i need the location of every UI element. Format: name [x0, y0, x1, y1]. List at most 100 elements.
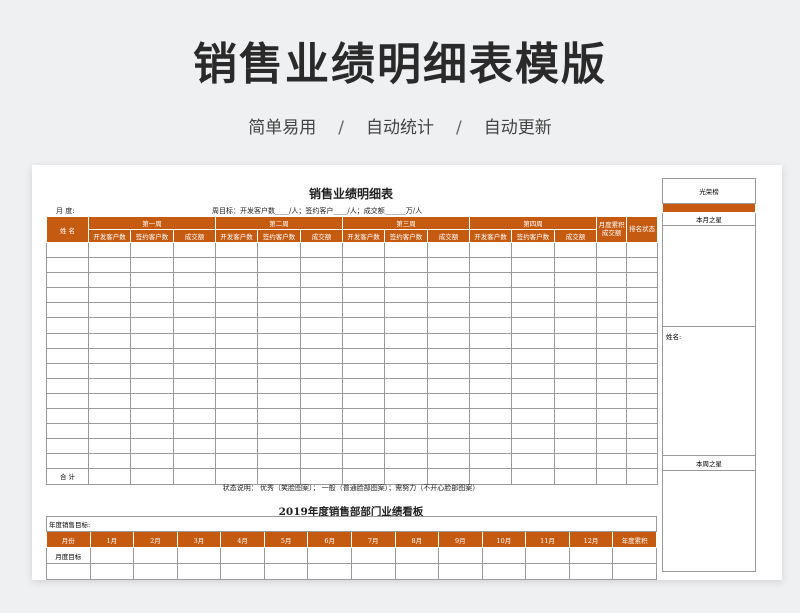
- table-cell[interactable]: [568, 547, 614, 564]
- table-cell[interactable]: [46, 438, 89, 455]
- table-cell[interactable]: [427, 377, 471, 394]
- table-cell[interactable]: [257, 408, 302, 425]
- table-cell[interactable]: [300, 302, 344, 319]
- table-cell[interactable]: [427, 347, 471, 364]
- table-cell[interactable]: [384, 287, 429, 304]
- table-cell[interactable]: [130, 423, 174, 440]
- table-cell[interactable]: [384, 317, 429, 334]
- table-cell[interactable]: [172, 408, 217, 425]
- table-cell[interactable]: [511, 408, 556, 425]
- table-cell[interactable]: [342, 423, 386, 440]
- table-cell[interactable]: [133, 563, 178, 580]
- table-cell[interactable]: [215, 241, 259, 259]
- table-cell[interactable]: [300, 317, 344, 334]
- table-cell[interactable]: [257, 287, 302, 304]
- table-cell[interactable]: [342, 317, 386, 334]
- table-cell[interactable]: [176, 563, 222, 580]
- table-cell[interactable]: [469, 241, 513, 259]
- table-cell[interactable]: [215, 468, 259, 485]
- table-cell[interactable]: [172, 332, 217, 349]
- table-cell[interactable]: [89, 547, 135, 564]
- table-cell[interactable]: [130, 317, 174, 334]
- table-cell[interactable]: [133, 547, 178, 564]
- table-cell[interactable]: [384, 362, 429, 379]
- table-cell[interactable]: [172, 453, 217, 470]
- table-cell[interactable]: [596, 257, 628, 274]
- table-cell[interactable]: [469, 347, 513, 364]
- table-cell[interactable]: [626, 468, 659, 485]
- table-cell[interactable]: [257, 302, 302, 319]
- table-cell[interactable]: [172, 377, 217, 394]
- table-cell[interactable]: [300, 438, 344, 455]
- table-cell[interactable]: [307, 563, 352, 580]
- table-cell[interactable]: [342, 468, 386, 485]
- table-cell[interactable]: [300, 362, 344, 379]
- table-cell[interactable]: [626, 317, 659, 334]
- table-cell[interactable]: [88, 287, 131, 304]
- table-cell[interactable]: [88, 377, 131, 394]
- table-cell[interactable]: [384, 257, 429, 274]
- table-cell[interactable]: [525, 563, 570, 580]
- table-cell[interactable]: [596, 377, 628, 394]
- table-cell[interactable]: [342, 377, 386, 394]
- table-cell[interactable]: [46, 317, 89, 334]
- table-cell[interactable]: [481, 547, 527, 564]
- table-cell[interactable]: [342, 257, 386, 274]
- table-cell[interactable]: [427, 438, 471, 455]
- table-cell[interactable]: [554, 272, 598, 289]
- table-cell[interactable]: [525, 547, 570, 564]
- table-cell[interactable]: [384, 347, 429, 364]
- table-cell[interactable]: [394, 547, 440, 564]
- table-cell[interactable]: [342, 272, 386, 289]
- table-cell[interactable]: [88, 362, 131, 379]
- table-cell[interactable]: [384, 468, 429, 485]
- table-cell[interactable]: [427, 317, 471, 334]
- table-cell[interactable]: [511, 257, 556, 274]
- table-cell[interactable]: [130, 438, 174, 455]
- table-cell[interactable]: [130, 468, 174, 485]
- table-cell[interactable]: [511, 332, 556, 349]
- table-cell[interactable]: [596, 272, 628, 289]
- table-cell[interactable]: [384, 332, 429, 349]
- table-cell[interactable]: [384, 302, 429, 319]
- table-cell[interactable]: [511, 423, 556, 440]
- table-cell[interactable]: [469, 272, 513, 289]
- table-cell[interactable]: [626, 241, 659, 259]
- table-cell[interactable]: [469, 408, 513, 425]
- table-cell[interactable]: [215, 332, 259, 349]
- table-cell[interactable]: [469, 287, 513, 304]
- table-cell[interactable]: [342, 287, 386, 304]
- table-cell[interactable]: [384, 241, 429, 259]
- table-cell[interactable]: [626, 362, 659, 379]
- table-cell[interactable]: [612, 563, 657, 580]
- table-cell[interactable]: [511, 392, 556, 410]
- table-cell[interactable]: [511, 241, 556, 259]
- table-cell[interactable]: [554, 438, 598, 455]
- table-cell[interactable]: [88, 257, 131, 274]
- table-cell[interactable]: [257, 317, 302, 334]
- table-cell[interactable]: [257, 362, 302, 379]
- table-cell[interactable]: [596, 468, 628, 485]
- table-cell[interactable]: [300, 272, 344, 289]
- table-cell[interactable]: [215, 257, 259, 274]
- table-cell[interactable]: [626, 453, 659, 470]
- table-cell[interactable]: [46, 453, 89, 470]
- table-cell[interactable]: [427, 302, 471, 319]
- table-cell[interactable]: [350, 563, 396, 580]
- table-cell[interactable]: [300, 377, 344, 394]
- table-cell[interactable]: [215, 377, 259, 394]
- table-cell[interactable]: [88, 392, 131, 410]
- table-cell[interactable]: [342, 332, 386, 349]
- table-cell[interactable]: [130, 302, 174, 319]
- table-cell[interactable]: [220, 563, 265, 580]
- table-cell[interactable]: [384, 408, 429, 425]
- table-cell[interactable]: [511, 453, 556, 470]
- table-cell[interactable]: [384, 453, 429, 470]
- table-cell[interactable]: [626, 332, 659, 349]
- table-cell[interactable]: [300, 347, 344, 364]
- table-cell[interactable]: [172, 272, 217, 289]
- table-cell[interactable]: [427, 453, 471, 470]
- table-cell[interactable]: [596, 423, 628, 440]
- table-cell[interactable]: [88, 438, 131, 455]
- table-cell[interactable]: [427, 241, 471, 259]
